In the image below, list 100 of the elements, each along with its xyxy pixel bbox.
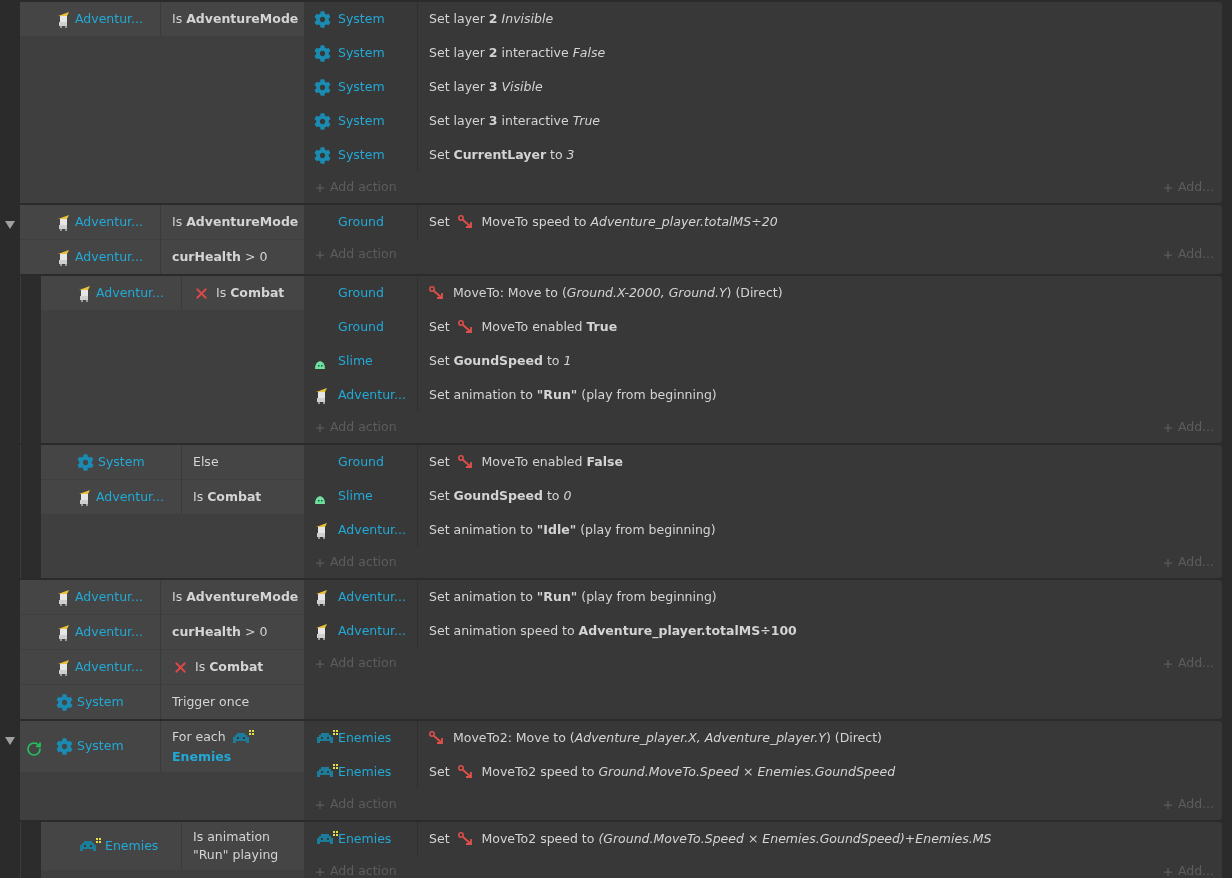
- action-row[interactable]: Slime Set GoundSpeed to 0: [304, 479, 1222, 513]
- settings-icon: [314, 78, 331, 96]
- condition-text: curHealth > 0: [172, 623, 268, 641]
- plus-icon: [1161, 421, 1174, 434]
- object-name: Adventur...: [75, 657, 143, 676]
- condition-text: Trigger once: [172, 693, 250, 711]
- condition-row[interactable]: Adventur... Is AdventureMode: [20, 205, 304, 239]
- action-row[interactable]: Ground MoveTo: Move to (Ground.X-2000, Ground.Y) (Direct): [304, 276, 1222, 310]
- action-row[interactable]: System Set CurrentLayer to 3: [304, 138, 1222, 172]
- action-text: MoveTo: Move to (Ground.X-2000, Ground.Y) (Direct): [453, 283, 783, 302]
- arrow-icon: [457, 455, 474, 469]
- condition-text: Is Combat: [193, 488, 262, 506]
- condition-row[interactable]: Adventur... Is Combat: [41, 276, 304, 310]
- action-text: Set layer 2 interactive False: [429, 43, 606, 62]
- plus-icon: [314, 657, 326, 670]
- condition-row[interactable]: Adventur... Is Combat: [20, 650, 304, 684]
- action-text: Set layer 2 Invisible: [429, 9, 554, 28]
- settings-icon: [77, 453, 94, 471]
- action-row[interactable]: Adventur... Set animation to "Run" (play from beginning): [304, 378, 1222, 412]
- action-verb: Set: [429, 829, 450, 848]
- condition-row[interactable]: Adventur... Is AdventureMode: [20, 2, 304, 36]
- action-row[interactable]: Enemies MoveTo2: Move to (Adventure_player.X, Adventure_player.Y) (Direct): [304, 721, 1222, 755]
- action-row[interactable]: System Set layer 2 Invisible: [304, 2, 1222, 36]
- action-row[interactable]: Adventur... Set animation to "Idle" (play from beginning): [304, 513, 1222, 547]
- collapse-toggle[interactable]: [5, 737, 15, 745]
- plus-icon: [314, 798, 326, 811]
- collapse-toggle[interactable]: [5, 221, 15, 229]
- condition-row[interactable]: Adventur... curHealth > 0: [20, 240, 304, 274]
- action-row[interactable]: Slime Set GoundSpeed to 1: [304, 344, 1222, 378]
- object-name: Adventur...: [75, 622, 143, 641]
- condition-text: For each Enemies: [172, 727, 300, 766]
- condition-row[interactable]: System Else: [41, 445, 304, 479]
- arrow-icon: [457, 215, 474, 229]
- action-text: Set animation to "Idle" (play from beginning): [429, 520, 716, 539]
- object-name: Ground: [338, 452, 384, 471]
- object-name: Enemies: [338, 728, 392, 747]
- figure-icon: [56, 588, 71, 606]
- condition-row[interactable]: Adventur... Is Combat: [41, 480, 304, 514]
- action-verb: Set: [429, 212, 450, 231]
- action-row[interactable]: System Set layer 3 interactive True: [304, 104, 1222, 138]
- plus-icon: [1161, 181, 1174, 194]
- object-name: Adventur...: [75, 212, 143, 231]
- figure-icon: [314, 386, 329, 404]
- plus-icon: [1161, 556, 1174, 569]
- action-text: MoveTo2 speed to (Ground.MoveTo.Speed × Enemies.GoundSpeed)+Enemies.MS: [481, 829, 992, 848]
- object-name: Adventur...: [75, 247, 143, 266]
- action-text: Set layer 3 interactive True: [429, 111, 601, 130]
- object-name: Enemies: [105, 836, 159, 855]
- figure-icon: [56, 248, 71, 266]
- action-row[interactable]: Adventur... Set animation to "Run" (play from beginning): [304, 580, 1222, 614]
- object-name: System: [338, 9, 385, 28]
- slime-icon: [314, 360, 326, 370]
- object-name: Adventur...: [96, 487, 164, 506]
- condition-text: Is Combat: [195, 658, 264, 676]
- condition-text: Else: [193, 453, 219, 471]
- condition-text: curHealth > 0: [172, 248, 268, 266]
- action-row[interactable]: Ground Set MoveTo speed to Adventure_player.totalMS÷20: [304, 205, 1222, 239]
- action-row[interactable]: System Set layer 2 interactive False: [304, 36, 1222, 70]
- action-row[interactable]: Adventur... Set animation speed to Adventure_player.totalMS÷100: [304, 614, 1222, 648]
- plus-icon: [1161, 657, 1174, 670]
- object-name: Ground: [338, 283, 384, 302]
- settings-icon: [314, 10, 331, 28]
- arrow-icon: [429, 286, 445, 300]
- object-name: System: [338, 77, 385, 96]
- figure-icon: [314, 521, 329, 539]
- condition-row[interactable]: System For each Enemies: [20, 721, 304, 772]
- condition-row[interactable]: System Trigger once: [20, 685, 304, 719]
- figure-icon: [314, 588, 329, 606]
- object-name: Enemies: [338, 829, 392, 848]
- condition-text: Is animation "Run" playing: [193, 828, 280, 864]
- action-row[interactable]: System Set layer 3 Visible: [304, 70, 1222, 104]
- action-text: MoveTo2: Move to (Adventure_player.X, Adventure_player.Y) (Direct): [453, 728, 882, 747]
- action-row[interactable]: Enemies Set MoveTo2 speed to Ground.MoveTo.Speed × Enemies.GoundSpeed: [304, 755, 1222, 789]
- object-name: System: [77, 736, 124, 755]
- object-name: Slime: [338, 351, 373, 370]
- plus-icon: [314, 181, 326, 194]
- plus-icon: [1161, 248, 1174, 261]
- condition-row[interactable]: Adventur... curHealth > 0: [20, 615, 304, 649]
- action-row[interactable]: Enemies Set MoveTo2 speed to (Ground.MoveTo.Speed × Enemies.GoundSpeed)+Enemies.MS: [304, 822, 1222, 856]
- action-row[interactable]: Ground Set MoveTo enabled True: [304, 310, 1222, 344]
- condition-row[interactable]: Enemies Is animation "Run" playing: [41, 822, 304, 870]
- action-text: MoveTo speed to Adventure_player.totalMS÷20: [481, 212, 778, 231]
- object-name: System: [98, 452, 145, 471]
- figure-icon: [56, 623, 71, 641]
- object-name: Slime: [338, 486, 373, 505]
- action-text: Set CurrentLayer to 3: [429, 145, 575, 164]
- settings-icon: [314, 112, 331, 130]
- action-verb: Set: [429, 317, 450, 336]
- condition-text: Is AdventureMode: [172, 213, 299, 231]
- figure-icon: [77, 488, 92, 506]
- slime-icon: [314, 495, 326, 505]
- action-verb: Set: [429, 452, 450, 471]
- settings-icon: [56, 693, 73, 711]
- action-text: Set animation to "Run" (play from beginning): [429, 587, 717, 606]
- action-row[interactable]: Ground Set MoveTo enabled False: [304, 445, 1222, 479]
- arrow-icon: [457, 320, 474, 334]
- condition-row[interactable]: Adventur... Is AdventureMode: [20, 580, 304, 614]
- action-text: Set animation to "Run" (play from beginning): [429, 385, 717, 404]
- arrow-icon: [457, 832, 474, 846]
- object-name: Adventur...: [338, 621, 406, 640]
